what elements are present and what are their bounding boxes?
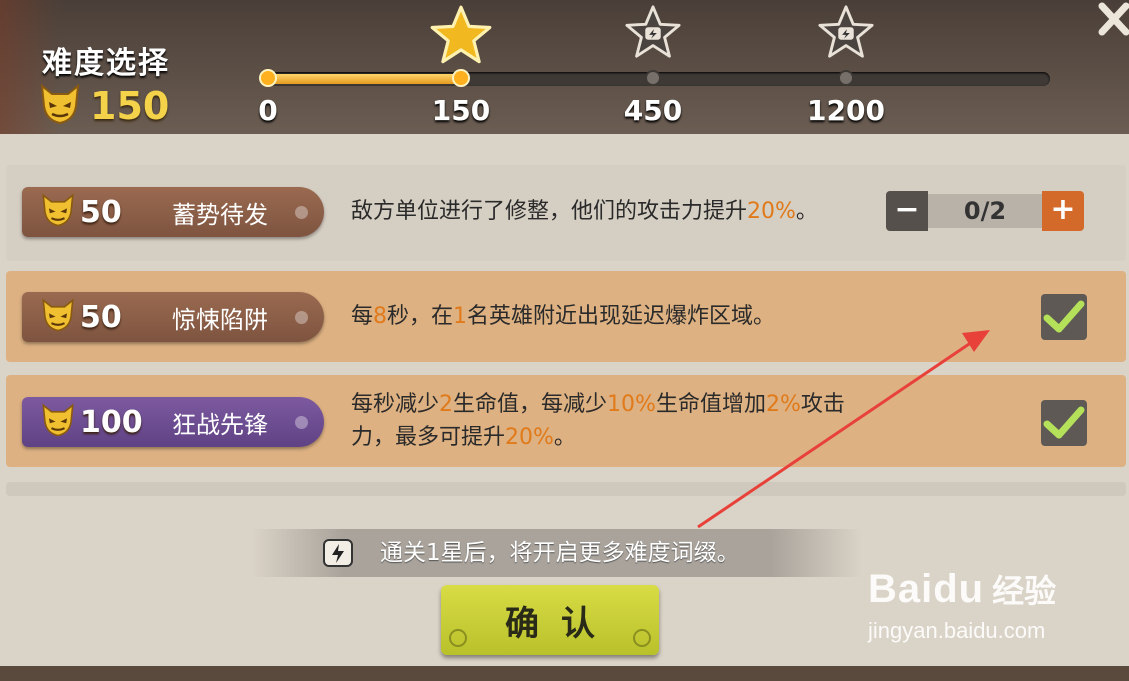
affix-tag: 50 惊悚陷阱 bbox=[22, 292, 324, 342]
affix-description: 每8秒，在1名英雄附近出现延迟爆炸区域。 bbox=[351, 304, 776, 329]
affix-checkbox[interactable] bbox=[1041, 400, 1087, 446]
baidu-jingyan-watermark: Baidu 经验 jingyan.baidu.com bbox=[868, 567, 1057, 643]
affix-tag: 100 狂战先锋 bbox=[22, 397, 324, 447]
progress-fill bbox=[268, 74, 461, 84]
gold-star-icon bbox=[429, 4, 493, 72]
stepper-value: 0/2 bbox=[963, 197, 1007, 225]
affix-name: 蓄势待发 bbox=[172, 200, 268, 229]
checkmark-icon bbox=[1043, 406, 1085, 439]
bolt-decoration bbox=[449, 629, 467, 647]
affix-name: 惊悚陷阱 bbox=[172, 305, 268, 334]
affix-stepper: − 0/2 + bbox=[886, 191, 1084, 231]
plus-button[interactable]: + bbox=[1042, 191, 1084, 231]
affix-description: 敌方单位进行了修整，他们的攻击力提升20%。 bbox=[351, 199, 818, 224]
bolt-decoration bbox=[633, 629, 651, 647]
info-icon[interactable] bbox=[295, 310, 308, 324]
locked-star-icon bbox=[817, 4, 875, 66]
demon-mask-icon bbox=[40, 297, 76, 337]
milestone-label: 450 bbox=[623, 94, 683, 127]
milestone-label: 1200 bbox=[807, 94, 885, 127]
milestone-node bbox=[838, 70, 854, 86]
affix-tag: 50 蓄势待发 bbox=[22, 187, 324, 237]
demon-mask-icon bbox=[40, 402, 76, 442]
close-icon[interactable] bbox=[1096, 0, 1129, 40]
affix-points: 50 bbox=[80, 299, 122, 335]
milestone-label: 150 bbox=[431, 94, 491, 127]
unlock-hint: 通关1星后，将开启更多难度词缀。 bbox=[252, 529, 862, 577]
affix-points: 50 bbox=[80, 194, 122, 230]
minus-button[interactable]: − bbox=[886, 191, 928, 231]
confirm-label: 确认 bbox=[505, 603, 617, 644]
confirm-button[interactable]: 确认 bbox=[441, 585, 659, 655]
info-icon[interactable] bbox=[295, 415, 308, 429]
milestone-label: 0 bbox=[258, 94, 278, 127]
checkmark-icon bbox=[1043, 300, 1085, 333]
affix-row-partial bbox=[6, 482, 1126, 496]
lock-icon bbox=[322, 538, 354, 572]
score-value: 150 bbox=[90, 84, 170, 128]
affix-name: 狂战先锋 bbox=[172, 410, 268, 439]
affix-points: 100 bbox=[80, 404, 143, 440]
affix-description: 每秒减少2生命值，每减少10%生命值增加2%攻击力，最多可提升20%。 bbox=[351, 392, 845, 450]
page-title: 难度选择 bbox=[42, 46, 170, 81]
unlock-hint-text: 通关1星后，将开启更多难度词缀。 bbox=[380, 540, 740, 566]
locked-star-icon bbox=[624, 4, 682, 66]
bottom-edge bbox=[0, 666, 1129, 681]
demon-mask-icon bbox=[38, 82, 82, 130]
info-icon[interactable] bbox=[295, 205, 308, 219]
milestone-node bbox=[645, 70, 661, 86]
difficulty-score: 150 bbox=[38, 82, 169, 130]
demon-mask-icon bbox=[40, 192, 76, 232]
affix-checkbox[interactable] bbox=[1041, 294, 1087, 340]
milestone-node bbox=[259, 69, 277, 87]
